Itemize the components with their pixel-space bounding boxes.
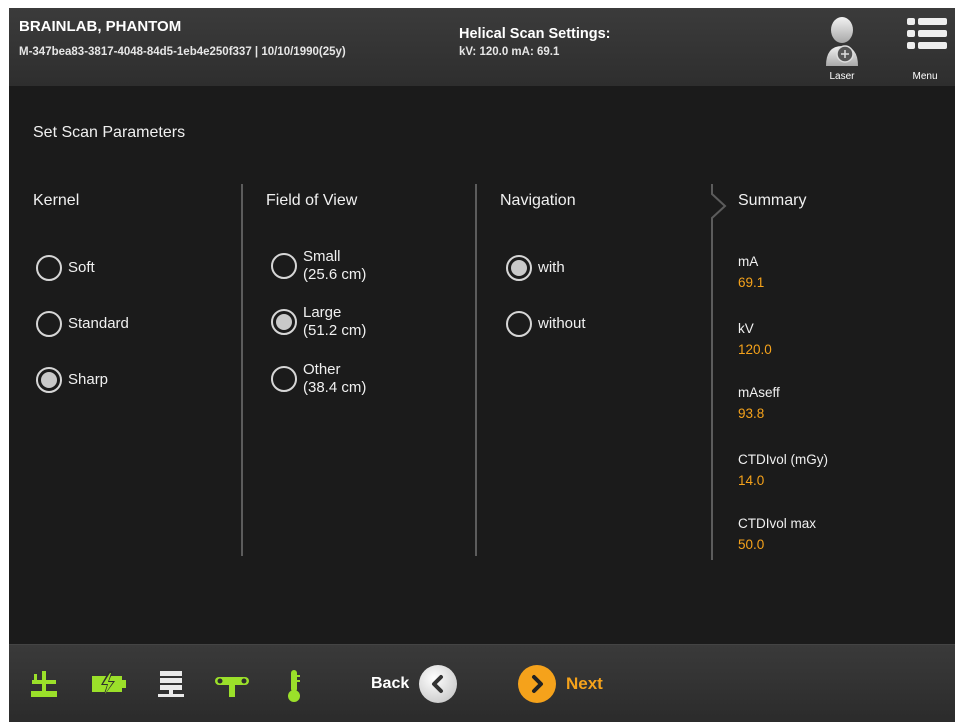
summary-divider-chevron bbox=[711, 184, 727, 560]
fov-option-name: Other bbox=[303, 361, 341, 378]
kernel-option-label: Sharp bbox=[68, 371, 109, 388]
summary-label-kv: kV bbox=[738, 321, 754, 336]
laser-label: Laser bbox=[829, 71, 855, 82]
summary-value-ctdivol: 14.0 bbox=[738, 473, 765, 488]
radio-button[interactable] bbox=[271, 366, 297, 392]
kernel-option-standard[interactable]: Standard bbox=[36, 311, 129, 337]
kernel-option-label: Soft bbox=[68, 259, 95, 276]
fov-option-large[interactable]: Large (51.2 cm) bbox=[271, 304, 366, 340]
summary-label-ctdivol-max: CTDIvol max bbox=[738, 516, 817, 531]
patient-info: M-347bea83-3817-4048-84d5-1eb4e250f337 |… bbox=[19, 46, 346, 58]
scan-settings-values: kV: 120.0 mA: 69.1 bbox=[459, 46, 560, 58]
header-bar: BRAINLAB, PHANTOM M-347bea83-3817-4048-8… bbox=[9, 8, 955, 86]
menu-label: Menu bbox=[912, 71, 938, 82]
fov-option-other[interactable]: Other (38.4 cm) bbox=[271, 361, 366, 397]
radio-button-selected[interactable] bbox=[271, 309, 297, 335]
radio-button-selected[interactable] bbox=[36, 367, 62, 393]
table-position-icon[interactable] bbox=[29, 669, 59, 699]
menu-button[interactable]: Menu bbox=[897, 12, 953, 82]
fov-option-small[interactable]: Small (25.6 cm) bbox=[271, 248, 366, 284]
scan-settings-title: Helical Scan Settings: bbox=[459, 26, 611, 42]
fov-option-label: Small (25.6 cm) bbox=[303, 248, 366, 284]
summary-value-ma: 69.1 bbox=[738, 275, 765, 290]
navigation-option-label: without bbox=[538, 315, 586, 332]
menu-icon bbox=[907, 18, 947, 49]
fov-option-size: (38.4 cm) bbox=[303, 379, 367, 396]
page-title: Set Scan Parameters bbox=[33, 124, 186, 141]
back-label: Back bbox=[371, 675, 410, 692]
power-icon[interactable] bbox=[91, 669, 127, 699]
kernel-option-sharp[interactable]: Sharp bbox=[36, 367, 108, 393]
summary-label-maseff: mAseff bbox=[738, 385, 780, 400]
network-server-icon[interactable] bbox=[157, 669, 185, 699]
kernel-option-label: Standard bbox=[68, 315, 129, 332]
summary-label-ma: mA bbox=[738, 254, 759, 269]
summary-value-maseff: 93.8 bbox=[738, 406, 765, 421]
radio-button[interactable] bbox=[506, 311, 532, 337]
radio-button-selected[interactable] bbox=[506, 255, 532, 281]
chevron-left-icon bbox=[419, 665, 458, 703]
fov-option-label: Large (51.2 cm) bbox=[303, 304, 366, 340]
radio-button[interactable] bbox=[36, 311, 62, 337]
thermometer-icon[interactable] bbox=[285, 669, 303, 703]
column-divider bbox=[475, 184, 477, 556]
laser-person-icon bbox=[826, 17, 858, 66]
fov-option-name: Small bbox=[303, 248, 341, 265]
gantry-tool-icon[interactable] bbox=[213, 669, 251, 699]
navigation-option-without[interactable]: without bbox=[506, 311, 586, 337]
fov-option-name: Large bbox=[303, 304, 342, 321]
column-divider bbox=[241, 184, 243, 556]
kernel-heading: Kernel bbox=[33, 192, 80, 209]
next-button[interactable]: Next bbox=[518, 665, 603, 703]
summary-label-ctdivol: CTDIvol (mGy) bbox=[738, 452, 828, 467]
navigation-option-label: with bbox=[538, 259, 565, 276]
fov-option-size: (25.6 cm) bbox=[303, 266, 367, 283]
summary-heading: Summary bbox=[738, 192, 807, 209]
summary-value-ctdivol-max: 50.0 bbox=[738, 537, 765, 552]
fov-heading: Field of View bbox=[266, 192, 358, 209]
footer-bar: Back Next bbox=[9, 644, 955, 722]
navigation-option-with[interactable]: with bbox=[506, 255, 565, 281]
chevron-right-icon bbox=[518, 665, 556, 703]
fov-option-label: Other (38.4 cm) bbox=[303, 361, 366, 397]
navigation-heading: Navigation bbox=[500, 192, 576, 209]
radio-button[interactable] bbox=[36, 255, 62, 281]
app-window: BRAINLAB, PHANTOM M-347bea83-3817-4048-8… bbox=[9, 8, 955, 722]
next-label: Next bbox=[566, 674, 603, 693]
radio-button[interactable] bbox=[271, 253, 297, 279]
back-button[interactable]: Back bbox=[371, 665, 458, 703]
patient-name: BRAINLAB, PHANTOM bbox=[19, 18, 182, 35]
kernel-option-soft[interactable]: Soft bbox=[36, 255, 95, 281]
fov-option-size: (51.2 cm) bbox=[303, 322, 367, 339]
laser-button[interactable]: Laser bbox=[814, 12, 870, 82]
summary-value-kv: 120.0 bbox=[738, 342, 772, 357]
